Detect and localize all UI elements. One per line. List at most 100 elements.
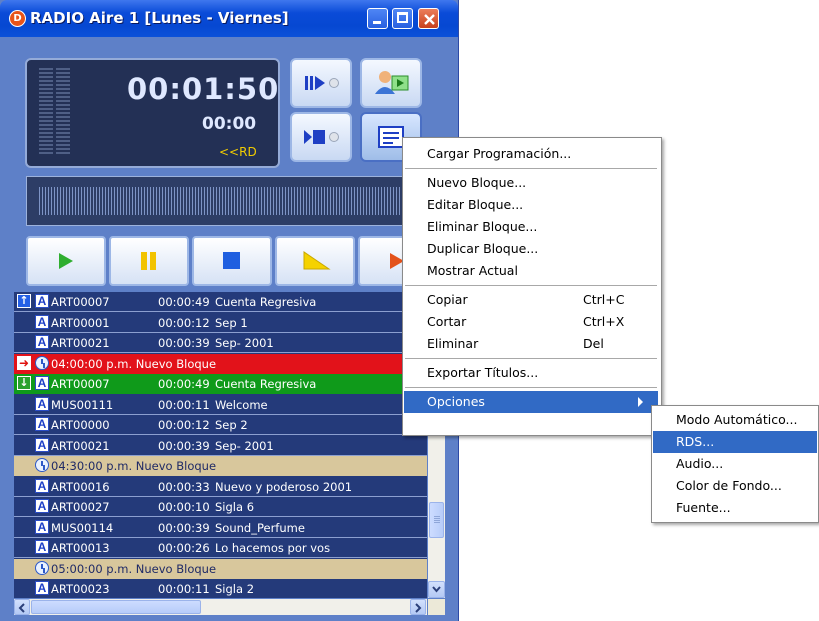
menu-item-label: Exportar Títulos... [427,365,539,380]
pause-button[interactable] [109,236,189,286]
item-duration: 00:00:39 [158,336,210,350]
scroll-right-button[interactable] [410,599,426,615]
auto-stop-button[interactable] [290,112,352,162]
clock-icon [35,458,49,472]
scroll-down-button[interactable] [428,581,445,598]
menu-item[interactable]: Nuevo Bloque... [404,172,658,194]
radio-window: D RADIO Aire 1 [Lunes - Viernes] 00:01:5… [0,0,459,621]
menu-item[interactable]: Duplicar Bloque... [404,238,658,260]
menu-item[interactable]: Editar Bloque... [404,194,658,216]
item-title: Lo hacemos por vos [215,541,331,555]
audio-type-icon: A [35,335,49,349]
playlist-row[interactable]: A ART00001 00:00:12 Sep 1 [14,312,427,333]
stop-button[interactable] [192,236,272,286]
minimize-button[interactable] [367,8,388,29]
item-title: Sigla 6 [215,500,255,514]
item-duration: 00:00:12 [158,315,210,330]
item-duration: 00:00:26 [158,541,210,555]
menu-item[interactable]: Mostrar Actual [404,260,658,282]
item-duration: 00:00:39 [158,438,210,453]
item-code: ART00001 [51,315,110,330]
title-bar[interactable]: D RADIO Aire 1 [Lunes - Viernes] [0,0,458,37]
chevron-right-icon [415,603,422,613]
audio-type-icon: A [35,478,49,493]
submenu-arrow-icon [638,397,643,407]
block-row[interactable]: ➜ 04:00:00 p.m. Nuevo Bloque [14,353,427,374]
item-title: Sound_Perfume [215,520,305,535]
menu-item-label: Cortar [427,314,467,329]
item-title: Sigla 2 [215,582,255,596]
menu-item[interactable]: Cargar Programación... [404,143,658,165]
playlist-row[interactable]: ↑ A ART00007 00:00:49 Cuenta Regresiva [14,292,427,312]
playlist-row[interactable]: ↓ A ART00007 00:00:49 Cuenta Regresiva [14,374,427,394]
horizontal-scroll-thumb[interactable] [31,600,201,614]
playlist-row[interactable]: A ART00021 00:00:39 Sep- 2001 [14,435,427,456]
playlist[interactable]: ↑ A ART00007 00:00:49 Cuenta Regresiva A ART00… [14,292,427,598]
playlist-row[interactable]: A ART00016 00:00:33 Nuevo y poderoso 2001 [14,476,427,497]
item-title: Sep 1 [215,315,248,330]
chevron-down-icon [432,586,441,593]
item-duration: 00:00:33 [158,479,210,494]
menu-item[interactable]: Exportar Títulos... [404,362,658,384]
playlist-row[interactable]: A ART00023 00:00:11 Sigla 2 [14,579,427,598]
menu-item-label: Nuevo Bloque... [427,175,527,190]
horizontal-scrollbar[interactable] [14,599,427,615]
item-code: MUS00111 [51,397,114,412]
submenu-item[interactable]: Color de Fondo... [653,475,817,497]
time-display: 00:01:50 00:00 <<RD [25,58,280,168]
maximize-button[interactable] [392,8,413,29]
item-code: ART00016 [51,479,110,494]
auto-play-button[interactable] [290,58,352,108]
fade-button[interactable] [275,236,355,286]
playlist-row[interactable]: A ART00013 00:00:26 Lo hacemos por vos [14,538,427,558]
meter-ticks [39,187,431,215]
item-code: ART00021 [51,336,110,350]
scroll-left-button[interactable] [14,599,30,615]
playlist-row[interactable]: A ART00021 00:00:39 Sep- 2001 [14,333,427,353]
menu-separator [405,285,657,286]
block-row[interactable]: 05:00:00 p.m. Nuevo Bloque [14,558,427,579]
scroll-corner [428,599,445,615]
item-title: Cuenta Regresiva [215,377,317,391]
maximize-icon [397,12,408,23]
menu-item-label: Duplicar Bloque... [427,241,539,256]
close-icon [424,14,435,25]
app-icon[interactable]: D [9,10,26,27]
menu-item-label: Editar Bloque... [427,197,524,212]
audio-type-icon: A [35,519,49,534]
block-row[interactable]: 04:30:00 p.m. Nuevo Bloque [14,456,427,476]
playlist-row[interactable]: A MUS00114 00:00:39 Sound_Perfume [14,517,427,538]
menu-item[interactable]: Opciones [404,391,658,413]
block-label: 04:00:00 p.m. Nuevo Bloque [51,356,217,371]
item-duration: 00:00:11 [158,397,210,412]
play-button[interactable] [26,236,106,286]
item-code: ART00007 [51,295,110,309]
close-button[interactable] [418,8,439,29]
submenu-item[interactable]: Fuente... [653,497,817,519]
clock-icon [35,355,49,370]
playlist-row[interactable]: A ART00000 00:00:12 Sep 2 [14,415,427,435]
playlist-row[interactable]: A ART00027 00:00:10 Sigla 6 [14,497,427,517]
vu-bar-left [39,68,53,156]
submenu-item[interactable]: Audio... [653,453,817,475]
live-user-button[interactable] [360,58,422,108]
submenu-item[interactable]: RDS... [653,431,817,453]
remaining-time: 00:00 [202,114,257,134]
user-play-icon [375,71,409,94]
vertical-scroll-thumb[interactable] [429,502,444,538]
audio-type-icon: A [35,314,49,329]
playlist-row[interactable]: A MUS00111 00:00:11 Welcome [14,394,427,415]
menu-item[interactable]: Eliminar Bloque... [404,216,658,238]
menu-item[interactable]: Copiar Ctrl+C [404,289,658,311]
audio-type-icon: A [35,499,49,513]
menu-item[interactable]: Cortar Ctrl+X [404,311,658,333]
down-arrow-icon: ↓ [17,376,31,390]
menu-item[interactable]: Eliminar Del [404,333,658,355]
up-arrow-icon: ↑ [17,294,31,308]
submenu-item-label: RDS... [676,434,715,449]
submenu-item[interactable]: Modo Automático... [653,409,817,431]
block-label: 05:00:00 p.m. Nuevo Bloque [51,561,217,576]
menu-item-label: Mostrar Actual [427,263,518,278]
context-menu: Cargar Programación... Nuevo Bloque... Edi… [402,137,662,436]
vu-meter [39,68,71,156]
